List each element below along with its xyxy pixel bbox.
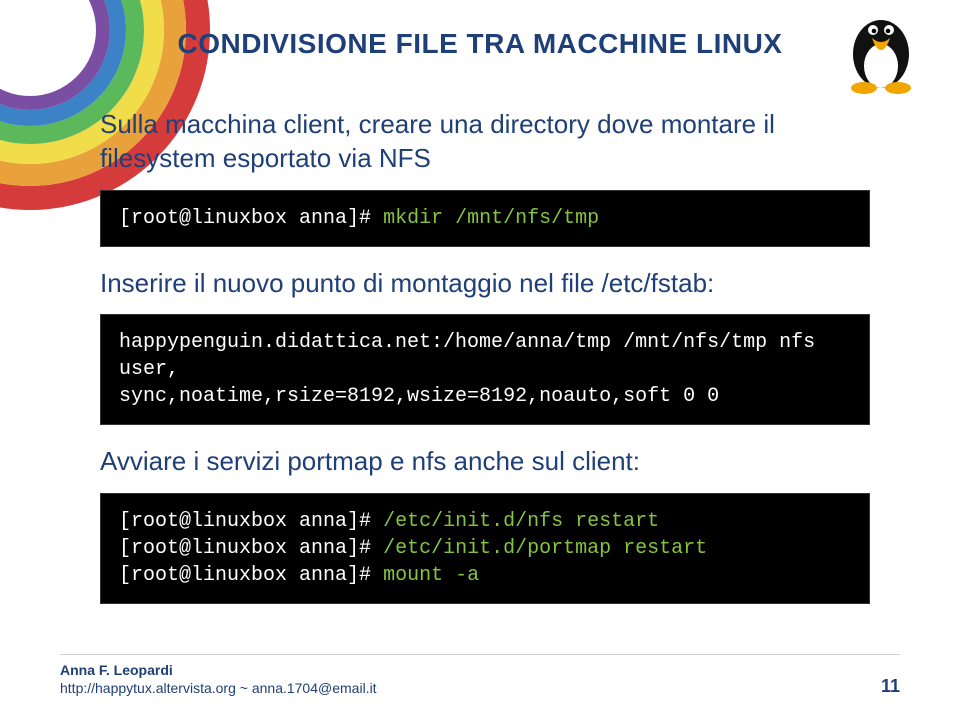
paragraph-services: Avviare i servizi portmap e nfs anche su… (100, 445, 870, 479)
footer-author: Anna F. Leopardi (60, 661, 377, 679)
fstab-line-1: happypenguin.didattica.net:/home/anna/tm… (119, 331, 827, 381)
terminal-prompt: [root@linuxbox anna]# (119, 564, 371, 587)
paragraph-fstab: Inserire il nuovo punto di montaggio nel… (100, 267, 870, 301)
terminal-command: mkdir /mnt/nfs/tmp (383, 207, 599, 230)
terminal-command: mount -a (383, 564, 479, 587)
slide: CONDIVISIONE FILE TRA MACCHINE LINUX Sul… (0, 0, 960, 723)
footer-url: http://happytux.altervista.org ~ anna.17… (60, 679, 377, 697)
terminal-block-services: [root@linuxbox anna]# /etc/init.d/nfs re… (100, 493, 870, 604)
slide-footer: Anna F. Leopardi http://happytux.altervi… (60, 654, 900, 697)
tux-icon (842, 6, 920, 94)
footer-left: Anna F. Leopardi http://happytux.altervi… (60, 661, 377, 697)
terminal-prompt: [root@linuxbox anna]# (119, 207, 371, 230)
terminal-prompt: [root@linuxbox anna]# (119, 510, 371, 533)
terminal-block-fstab: happypenguin.didattica.net:/home/anna/tm… (100, 314, 870, 425)
terminal-command: /etc/init.d/portmap restart (383, 537, 707, 560)
paragraph-intro: Sulla macchina client, creare una direct… (100, 108, 870, 176)
terminal-command: /etc/init.d/nfs restart (383, 510, 659, 533)
fstab-line-2: sync,noatime,rsize=8192,wsize=8192,noaut… (119, 385, 719, 408)
terminal-prompt: [root@linuxbox anna]# (119, 537, 371, 560)
slide-content: Sulla macchina client, creare una direct… (100, 108, 870, 624)
terminal-block-mkdir: [root@linuxbox anna]# mkdir /mnt/nfs/tmp (100, 190, 870, 247)
slide-title: CONDIVISIONE FILE TRA MACCHINE LINUX (0, 28, 960, 60)
footer-page-number: 11 (881, 676, 900, 697)
